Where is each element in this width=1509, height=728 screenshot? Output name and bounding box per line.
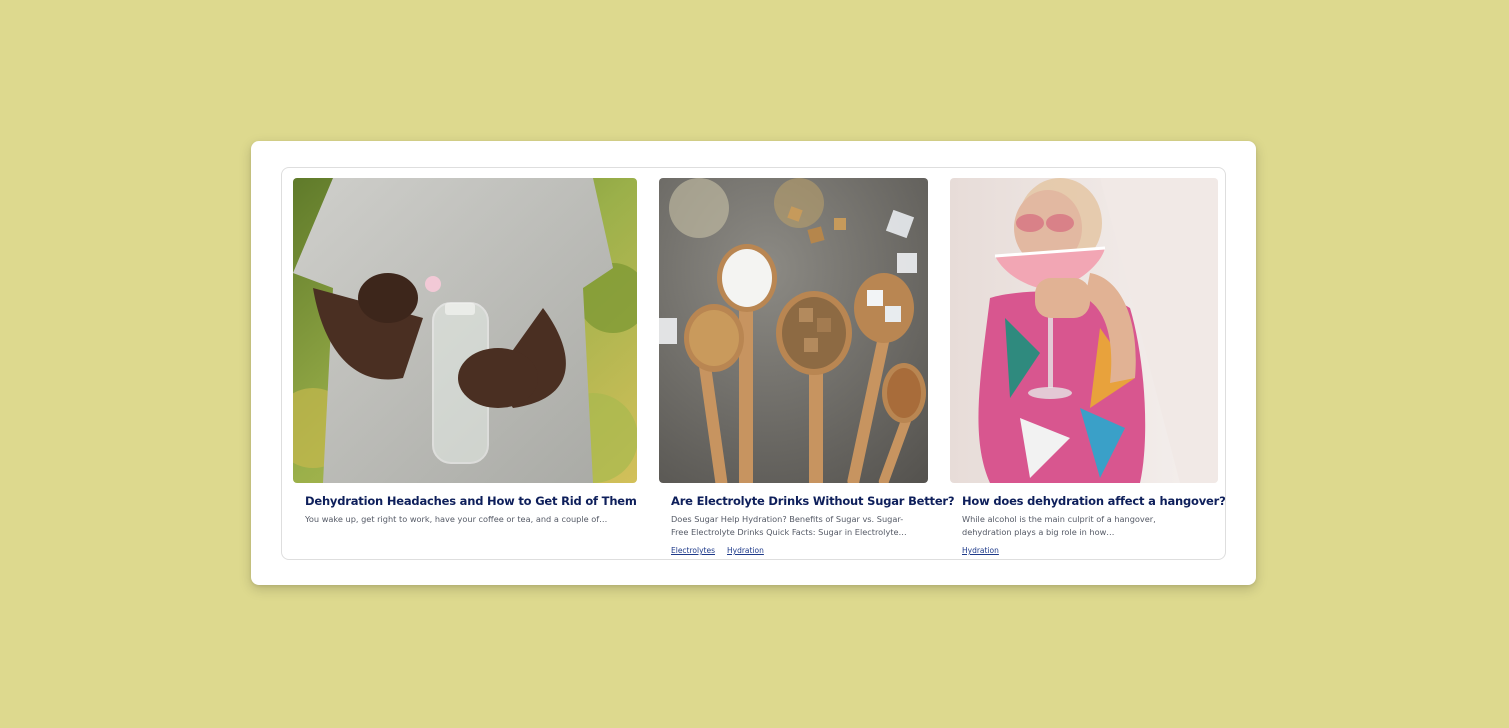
tablet-water-photo — [293, 178, 637, 483]
article-tags: Hydration — [962, 546, 1206, 556]
page-background: Dehydration Headaches and How to Get Rid… — [0, 0, 1509, 728]
cocktail-photo — [950, 178, 1218, 483]
article-excerpt: While alcohol is the main culprit of a h… — [962, 514, 1156, 537]
article-image-tablet-water[interactable] — [293, 178, 637, 483]
content-card: Dehydration Headaches and How to Get Rid… — [251, 141, 1256, 585]
article-title[interactable]: How does dehydration affect a hangover? — [962, 493, 1226, 509]
article-card-hangover: How does dehydration affect a hangover? … — [950, 178, 1226, 556]
article-card-dehydration-headaches: Dehydration Headaches and How to Get Rid… — [293, 178, 637, 526]
article-tags: Electrolytes Hydration — [671, 546, 916, 556]
article-card-electrolyte-drinks: Are Electrolyte Drinks Without Sugar Bet… — [659, 178, 955, 556]
article-image-sugar-spoons[interactable] — [659, 178, 928, 483]
tag-hydration[interactable]: Hydration — [962, 546, 999, 556]
article-image-cocktail[interactable] — [950, 178, 1218, 483]
tag-electrolytes[interactable]: Electrolytes — [671, 546, 715, 556]
article-title[interactable]: Dehydration Headaches and How to Get Rid… — [305, 493, 637, 509]
tag-hydration[interactable]: Hydration — [727, 546, 764, 556]
article-excerpt: You wake up, get right to work, have you… — [305, 514, 608, 524]
article-title[interactable]: Are Electrolyte Drinks Without Sugar Bet… — [671, 493, 955, 509]
article-excerpt: Does Sugar Help Hydration? Benefits of S… — [671, 514, 907, 537]
sugar-spoons-photo — [659, 178, 928, 483]
articles-panel: Dehydration Headaches and How to Get Rid… — [281, 167, 1226, 560]
